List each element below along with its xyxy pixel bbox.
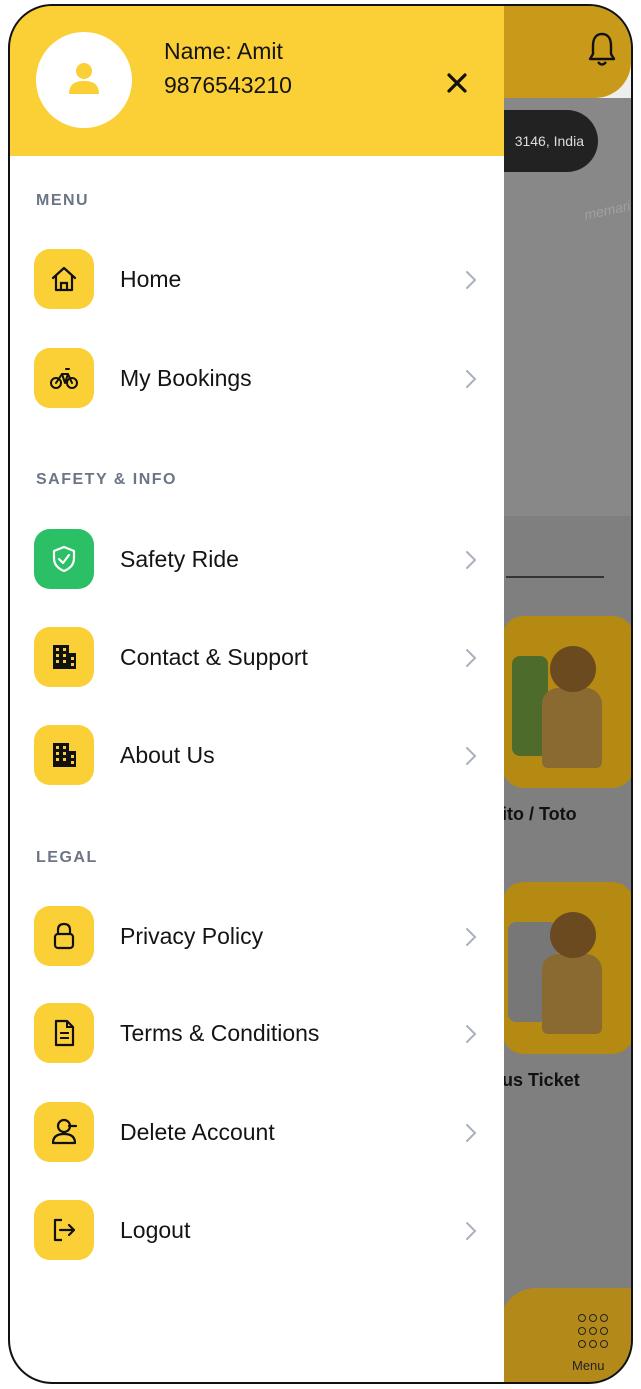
menu-item-label: Home: [120, 266, 182, 292]
home-icon: [51, 266, 77, 292]
home-icon-box: [34, 249, 94, 309]
section-safety-info: SAFETY & INFO: [36, 471, 177, 488]
document-icon: [54, 1019, 75, 1047]
menu-item-label: My Bookings: [120, 365, 252, 391]
bus-ticket-label: us Ticket: [502, 1070, 580, 1090]
chevron-right-icon: [466, 747, 477, 765]
bus-ticket-card[interactable]: [502, 882, 631, 1054]
sheet-divider: [506, 576, 604, 578]
menu-tab-label[interactable]: Menu: [572, 1358, 605, 1373]
side-drawer: Name: Amit 9876543210 MENU Home My Booki…: [10, 6, 504, 1382]
user-remove-icon-box: [34, 1102, 94, 1162]
chevron-right-icon: [466, 649, 477, 667]
logout-icon: [53, 1218, 76, 1242]
chevron-right-icon: [466, 1124, 477, 1142]
menu-item-label: Delete Account: [120, 1119, 275, 1145]
menu-item-delete-account[interactable]: Delete Account: [34, 1102, 482, 1164]
auto-toto-card[interactable]: [502, 616, 631, 788]
menu-grid-icon[interactable]: [578, 1314, 614, 1350]
menu-item-label: Privacy Policy: [120, 923, 264, 949]
building-icon: [53, 645, 76, 669]
user-icon: [69, 63, 99, 94]
menu-item-safety-ride[interactable]: Safety Ride: [34, 529, 482, 591]
building-icon-box: [34, 725, 94, 785]
building-icon-box: [34, 627, 94, 687]
lock-icon-box: [34, 906, 94, 966]
menu-item-label: Contact & Support: [120, 644, 308, 670]
user-remove-icon: [51, 1118, 78, 1145]
menu-item-terms-conditions[interactable]: Terms & Conditions: [34, 1003, 482, 1065]
document-icon-box: [34, 1003, 94, 1063]
menu-item-label: Safety Ride: [120, 546, 239, 572]
auto-toto-label: ito / Toto: [502, 804, 577, 824]
menu-item-label: Logout: [120, 1217, 191, 1243]
building-icon: [53, 743, 76, 767]
section-legal: LEGAL: [36, 849, 98, 866]
shield-icon-box: [34, 529, 94, 589]
avatar: [36, 32, 132, 128]
chevron-right-icon: [466, 1025, 477, 1043]
chevron-right-icon: [466, 370, 477, 388]
menu-item-privacy-policy[interactable]: Privacy Policy: [34, 906, 482, 968]
menu-item-label: Terms & Conditions: [120, 1020, 320, 1046]
menu-item-my-bookings[interactable]: My Bookings: [34, 348, 482, 410]
user-phone: 9876543210: [164, 72, 292, 98]
drawer-header: Name: Amit 9876543210: [10, 6, 504, 156]
phone-screen: memari ito / Toto us Ticket Menu 3146, I…: [0, 0, 641, 1389]
chevron-right-icon: [466, 271, 477, 289]
notification-bell-icon[interactable]: [587, 30, 617, 70]
lock-icon: [53, 922, 75, 950]
menu-item-home[interactable]: Home: [34, 249, 482, 311]
menu-item-contact-support[interactable]: Contact & Support: [34, 627, 482, 689]
logout-icon-box: [34, 1200, 94, 1260]
menu-item-label: About Us: [120, 742, 215, 768]
menu-item-logout[interactable]: Logout: [34, 1200, 482, 1262]
user-name: Name: Amit: [164, 38, 283, 64]
chevron-right-icon: [466, 551, 477, 569]
menu-item-about-us[interactable]: About Us: [34, 725, 482, 787]
shield-check-icon: [52, 545, 76, 573]
bicycle-icon-box: [34, 348, 94, 408]
bicycle-icon: [50, 368, 78, 389]
chevron-right-icon: [466, 1222, 477, 1240]
chevron-right-icon: [466, 928, 477, 946]
section-menu: MENU: [36, 192, 90, 209]
close-icon[interactable]: [442, 68, 472, 98]
